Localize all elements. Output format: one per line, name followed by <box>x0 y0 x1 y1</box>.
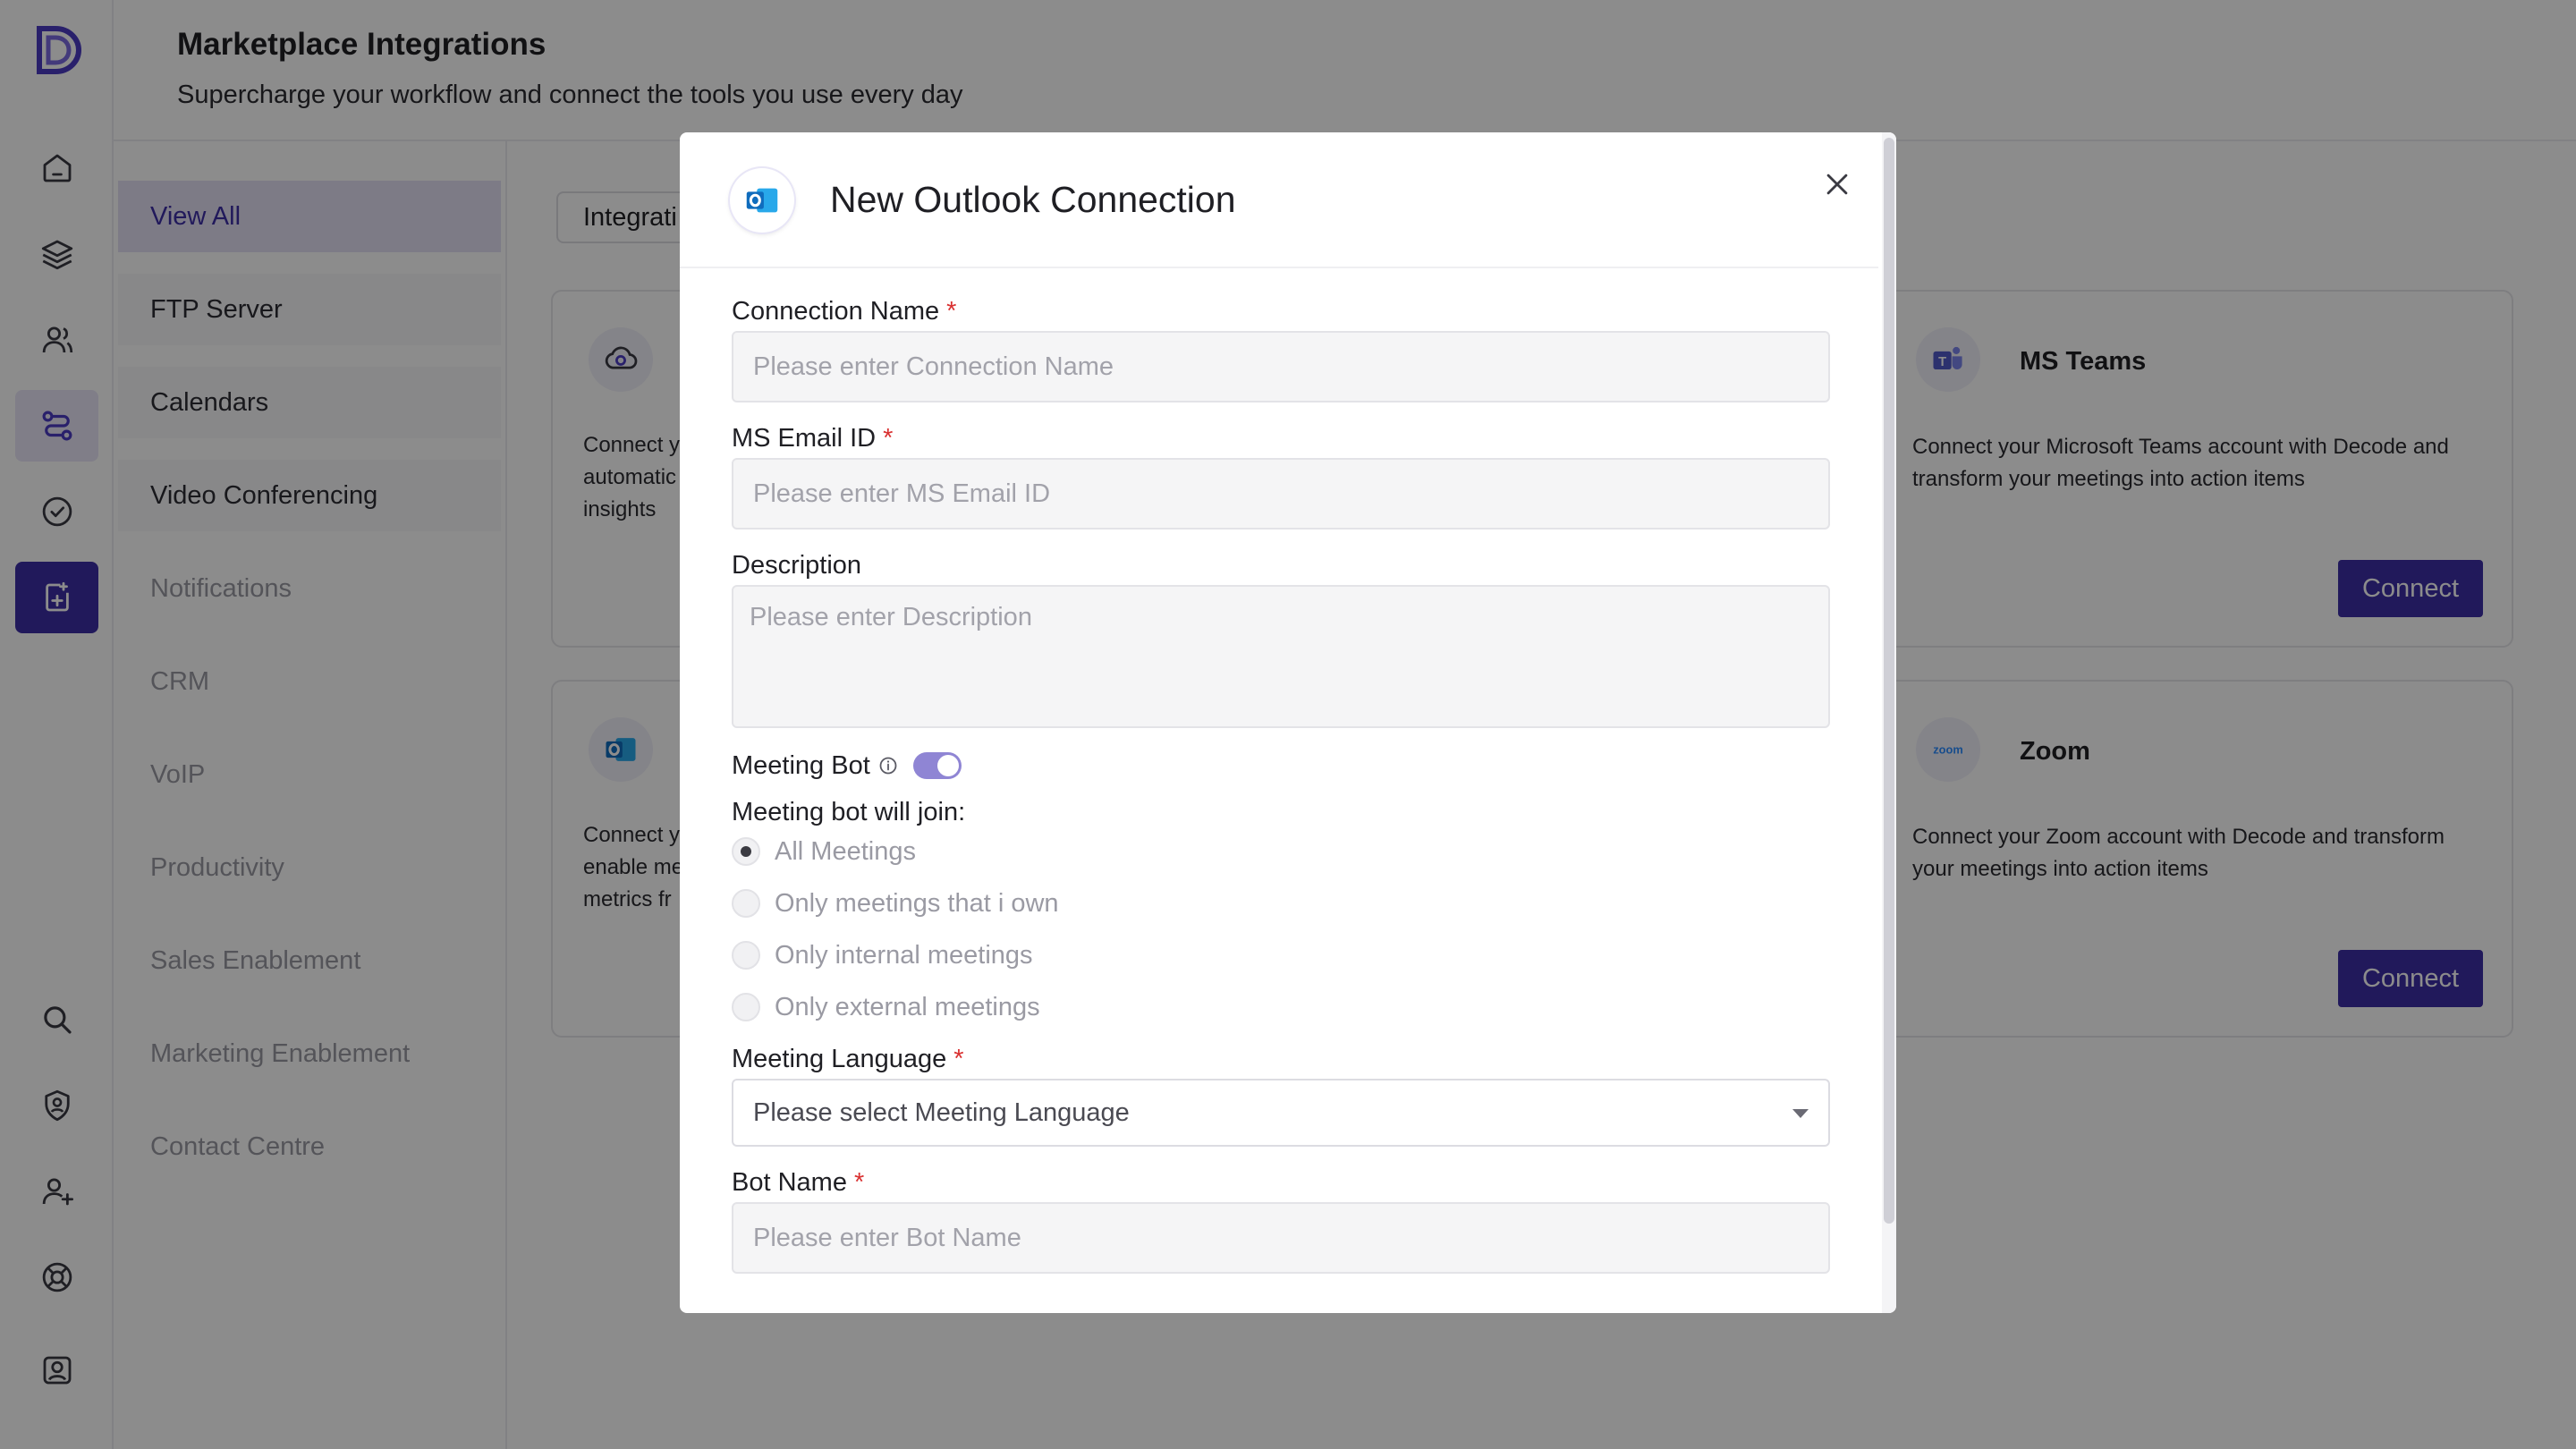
radio-selected-dot <box>741 846 751 857</box>
label-text: Bot Name <box>732 1168 847 1197</box>
radio-label: Only external meetings <box>775 992 1040 1021</box>
meeting-language-select[interactable]: Please select Meeting Language <box>732 1079 1830 1147</box>
required-asterisk: * <box>853 1168 865 1197</box>
connection-name-label: Connection Name * <box>732 297 956 326</box>
description-label: Description <box>732 551 862 580</box>
meeting-bot-join-label: Meeting bot will join: <box>732 798 966 826</box>
chevron-down-icon <box>1792 1109 1809 1118</box>
radio-only-internal-meetings[interactable]: Only internal meetings <box>732 937 1033 973</box>
modal-title: New Outlook Connection <box>830 179 1236 220</box>
required-asterisk: * <box>953 1045 964 1073</box>
radio-button[interactable] <box>732 837 760 866</box>
required-asterisk: * <box>946 297 957 326</box>
radio-label: Only meetings that i own <box>775 888 1059 918</box>
ms-email-input[interactable] <box>732 458 1830 530</box>
radio-button[interactable] <box>732 993 760 1021</box>
radio-label: Only internal meetings <box>775 940 1033 970</box>
ms-email-label: MS Email ID * <box>732 424 893 453</box>
radio-only-meetings-i-own[interactable]: Only meetings that i own <box>732 886 1059 921</box>
toggle-knob <box>936 755 959 776</box>
meeting-bot-toggle[interactable] <box>912 752 962 779</box>
label-text: MS Email ID <box>732 424 877 453</box>
meeting-language-label: Meeting Language * <box>732 1045 964 1074</box>
radio-button[interactable] <box>732 889 760 918</box>
select-placeholder: Please select Meeting Language <box>753 1097 1130 1127</box>
close-button[interactable] <box>1812 159 1862 209</box>
info-icon[interactable] <box>877 755 899 776</box>
radio-label: All Meetings <box>775 836 916 866</box>
radio-all-meetings[interactable]: All Meetings <box>732 834 916 869</box>
label-text: Meeting Language <box>732 1045 947 1073</box>
bot-name-label: Bot Name * <box>732 1168 864 1198</box>
description-textarea[interactable] <box>732 585 1830 728</box>
radio-button[interactable] <box>732 941 760 970</box>
close-icon <box>1826 174 1848 195</box>
required-asterisk: * <box>883 424 894 453</box>
new-outlook-connection-modal: New Outlook Connection Connection Name * … <box>680 132 1896 1313</box>
radio-only-external-meetings[interactable]: Only external meetings <box>732 989 1040 1025</box>
connection-name-input[interactable] <box>732 331 1830 402</box>
meeting-bot-label: Meeting Bot <box>732 750 870 780</box>
label-text: Connection Name <box>732 297 940 326</box>
modal-scrollbar-thumb[interactable] <box>1884 138 1894 1224</box>
modal-header: New Outlook Connection <box>680 132 1878 268</box>
meeting-bot-row: Meeting Bot <box>732 748 962 784</box>
outlook-icon <box>730 168 794 233</box>
bot-name-input[interactable] <box>732 1202 1830 1274</box>
